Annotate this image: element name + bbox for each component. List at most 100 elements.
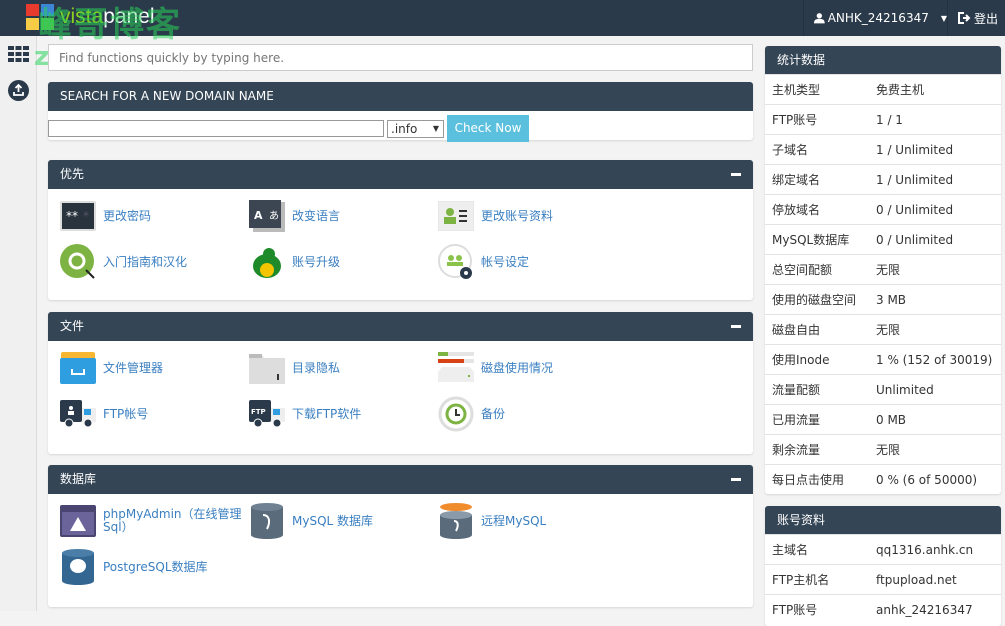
row-label: 使用的磁盘空间 <box>772 293 857 307</box>
item-label: 远程MySQL <box>481 513 547 528</box>
collapse-icon[interactable] <box>731 325 741 328</box>
section-title: 数据库 <box>60 472 97 486</box>
row-label: 主机类型 <box>772 83 821 97</box>
table-row: 流量配额 Unlimited <box>765 374 1001 404</box>
item-link[interactable]: 账号升级 <box>249 245 434 279</box>
item-label: 磁盘使用情况 <box>481 360 554 375</box>
svg-text:**: ** <box>66 209 78 223</box>
row-value: Unlimited <box>876 382 934 397</box>
main-content: SEARCH FOR A NEW DOMAIN NAME .info▼ Chec… <box>48 44 753 607</box>
row-label: FTP账号 <box>772 603 818 617</box>
item-link[interactable]: 远程MySQL <box>438 503 623 539</box>
profile-card-icon <box>438 199 474 233</box>
domain-input[interactable] <box>48 120 384 137</box>
item-link[interactable]: ** * 更改密码 <box>60 199 245 233</box>
domain-search-card: SEARCH FOR A NEW DOMAIN NAME .info ▼ Chec… <box>48 82 753 142</box>
item-link[interactable]: 帐号设定 <box>438 244 623 279</box>
stats-title: 统计数据 <box>765 46 1001 74</box>
top-bar: vistapanel ANHK_24216347 ▼ 登出 <box>0 0 1005 36</box>
item-label: 更改密码 <box>103 208 152 223</box>
collapse-icon[interactable] <box>731 478 741 481</box>
item-link[interactable]: PostgreSQL数据库 <box>60 549 245 585</box>
table-row: 子域名 1 / Unlimited <box>765 134 1001 164</box>
row-value: 1 / Unlimited <box>876 142 954 157</box>
logout-button[interactable]: 登出 <box>947 0 1005 36</box>
grid-icon[interactable] <box>8 46 29 62</box>
svg-text:A: A <box>254 209 263 222</box>
section-card: 优先 ** * 更改密码 A あ改变语言 更改账号资料入门指南和汉化 账号升级 帐号设定 <box>48 160 753 300</box>
item-link[interactable]: 文件管理器 <box>60 351 245 385</box>
row-label: MySQL数据库 <box>772 233 850 247</box>
table-row: 绑定域名 1 / Unlimited <box>765 164 1001 194</box>
password-icon: ** * <box>60 199 96 233</box>
table-row: FTP账号 anhk_24216347 <box>765 594 1001 624</box>
item-label: 目录隐私 <box>292 360 341 375</box>
row-value: 0 / Unlimited <box>876 202 954 217</box>
user-menu[interactable]: ANHK_24216347 ▼ <box>803 0 947 36</box>
item-link[interactable]: MySQL 数据库 <box>249 503 434 539</box>
row-value: 0 MB <box>876 412 907 427</box>
vistapanel-logo[interactable]: vistapanel <box>26 4 155 30</box>
item-link[interactable]: phpMyAdmin（在线管理Sql） <box>60 504 245 538</box>
section-header[interactable]: 数据库 <box>48 465 753 494</box>
table-row: MySQL数据库 0 / Unlimited <box>765 224 1001 254</box>
mysql-database-icon <box>249 503 285 539</box>
table-row: 每日点击使用 0 % (6 of 50000) <box>765 464 1001 494</box>
row-label: 绑定域名 <box>772 173 821 187</box>
account-title: 账号资料 <box>765 506 1001 534</box>
row-value: 3 MB <box>876 292 907 307</box>
section-header[interactable]: 优先 <box>48 160 753 189</box>
table-row: 主域名 qq1316.anhk.cn <box>765 534 1001 564</box>
row-value: 0 / Unlimited <box>876 232 954 247</box>
section-card: 文件文件管理器 目录隐私 磁盘使用情况 FTP帐号 FTP 下载FTP软件 备份 <box>48 312 753 454</box>
item-link[interactable]: 目录隐私 <box>249 351 434 385</box>
item-link[interactable]: FTP 下载FTP软件 <box>249 397 434 431</box>
backup-icon <box>438 396 474 432</box>
row-value: 无限 <box>876 443 901 457</box>
getting-started-icon <box>60 244 96 279</box>
item-label: PostgreSQL数据库 <box>103 559 208 574</box>
item-link[interactable]: 入门指南和汉化 <box>60 244 245 279</box>
table-row: FTP主机名 ftpupload.net <box>765 564 1001 594</box>
row-value: 1 / Unlimited <box>876 172 954 187</box>
item-link[interactable]: 备份 <box>438 396 623 432</box>
row-value: qq1316.anhk.cn <box>876 542 974 557</box>
dragon-upgrade-icon <box>249 245 285 279</box>
row-label: 主域名 <box>772 543 809 557</box>
item-label: 备份 <box>481 406 506 421</box>
section-title: 优先 <box>60 167 85 181</box>
row-value: 0 % (6 of 50000) <box>876 472 978 487</box>
check-now-button[interactable]: Check Now <box>447 115 529 142</box>
brand-b: panel <box>103 5 155 28</box>
item-label: 文件管理器 <box>103 360 164 375</box>
function-search-input[interactable] <box>48 44 753 71</box>
row-value: 1 / 1 <box>876 112 903 127</box>
collapse-icon[interactable] <box>731 173 741 176</box>
row-label: 使用Inode <box>772 353 830 367</box>
item-label: FTP帐号 <box>103 406 149 421</box>
brand-a: vista <box>60 5 104 28</box>
row-label: 每日点击使用 <box>772 473 845 487</box>
item-label: 入门指南和汉化 <box>103 254 188 269</box>
tld-select[interactable]: .info ▼ <box>387 119 444 138</box>
item-link[interactable]: A あ改变语言 <box>249 199 434 233</box>
ftp-truck-icon <box>60 397 96 431</box>
item-link[interactable]: FTP帐号 <box>60 397 245 431</box>
item-link[interactable]: 磁盘使用情况 <box>438 351 623 385</box>
language-icon: Aあ <box>249 199 285 233</box>
phpmyadmin-icon <box>60 504 96 538</box>
caret-down-icon: ▼ <box>432 123 439 133</box>
row-label: 停放域名 <box>772 203 821 217</box>
table-row: 主机类型 免费主机 <box>765 74 1001 104</box>
item-label: 更改账号资料 <box>481 208 554 223</box>
row-value: 无限 <box>876 263 901 277</box>
item-link[interactable]: 更改账号资料 <box>438 199 623 233</box>
upload-icon[interactable] <box>8 80 29 101</box>
section-header[interactable]: 文件 <box>48 312 753 341</box>
row-value: ftpupload.net <box>876 572 957 587</box>
table-row: 总空间配额 无限 <box>765 254 1001 284</box>
row-label: 已用流量 <box>772 413 821 427</box>
row-label: 磁盘自由 <box>772 323 821 337</box>
item-label: 账号升级 <box>292 254 341 269</box>
item-label: 帐号设定 <box>481 254 530 269</box>
